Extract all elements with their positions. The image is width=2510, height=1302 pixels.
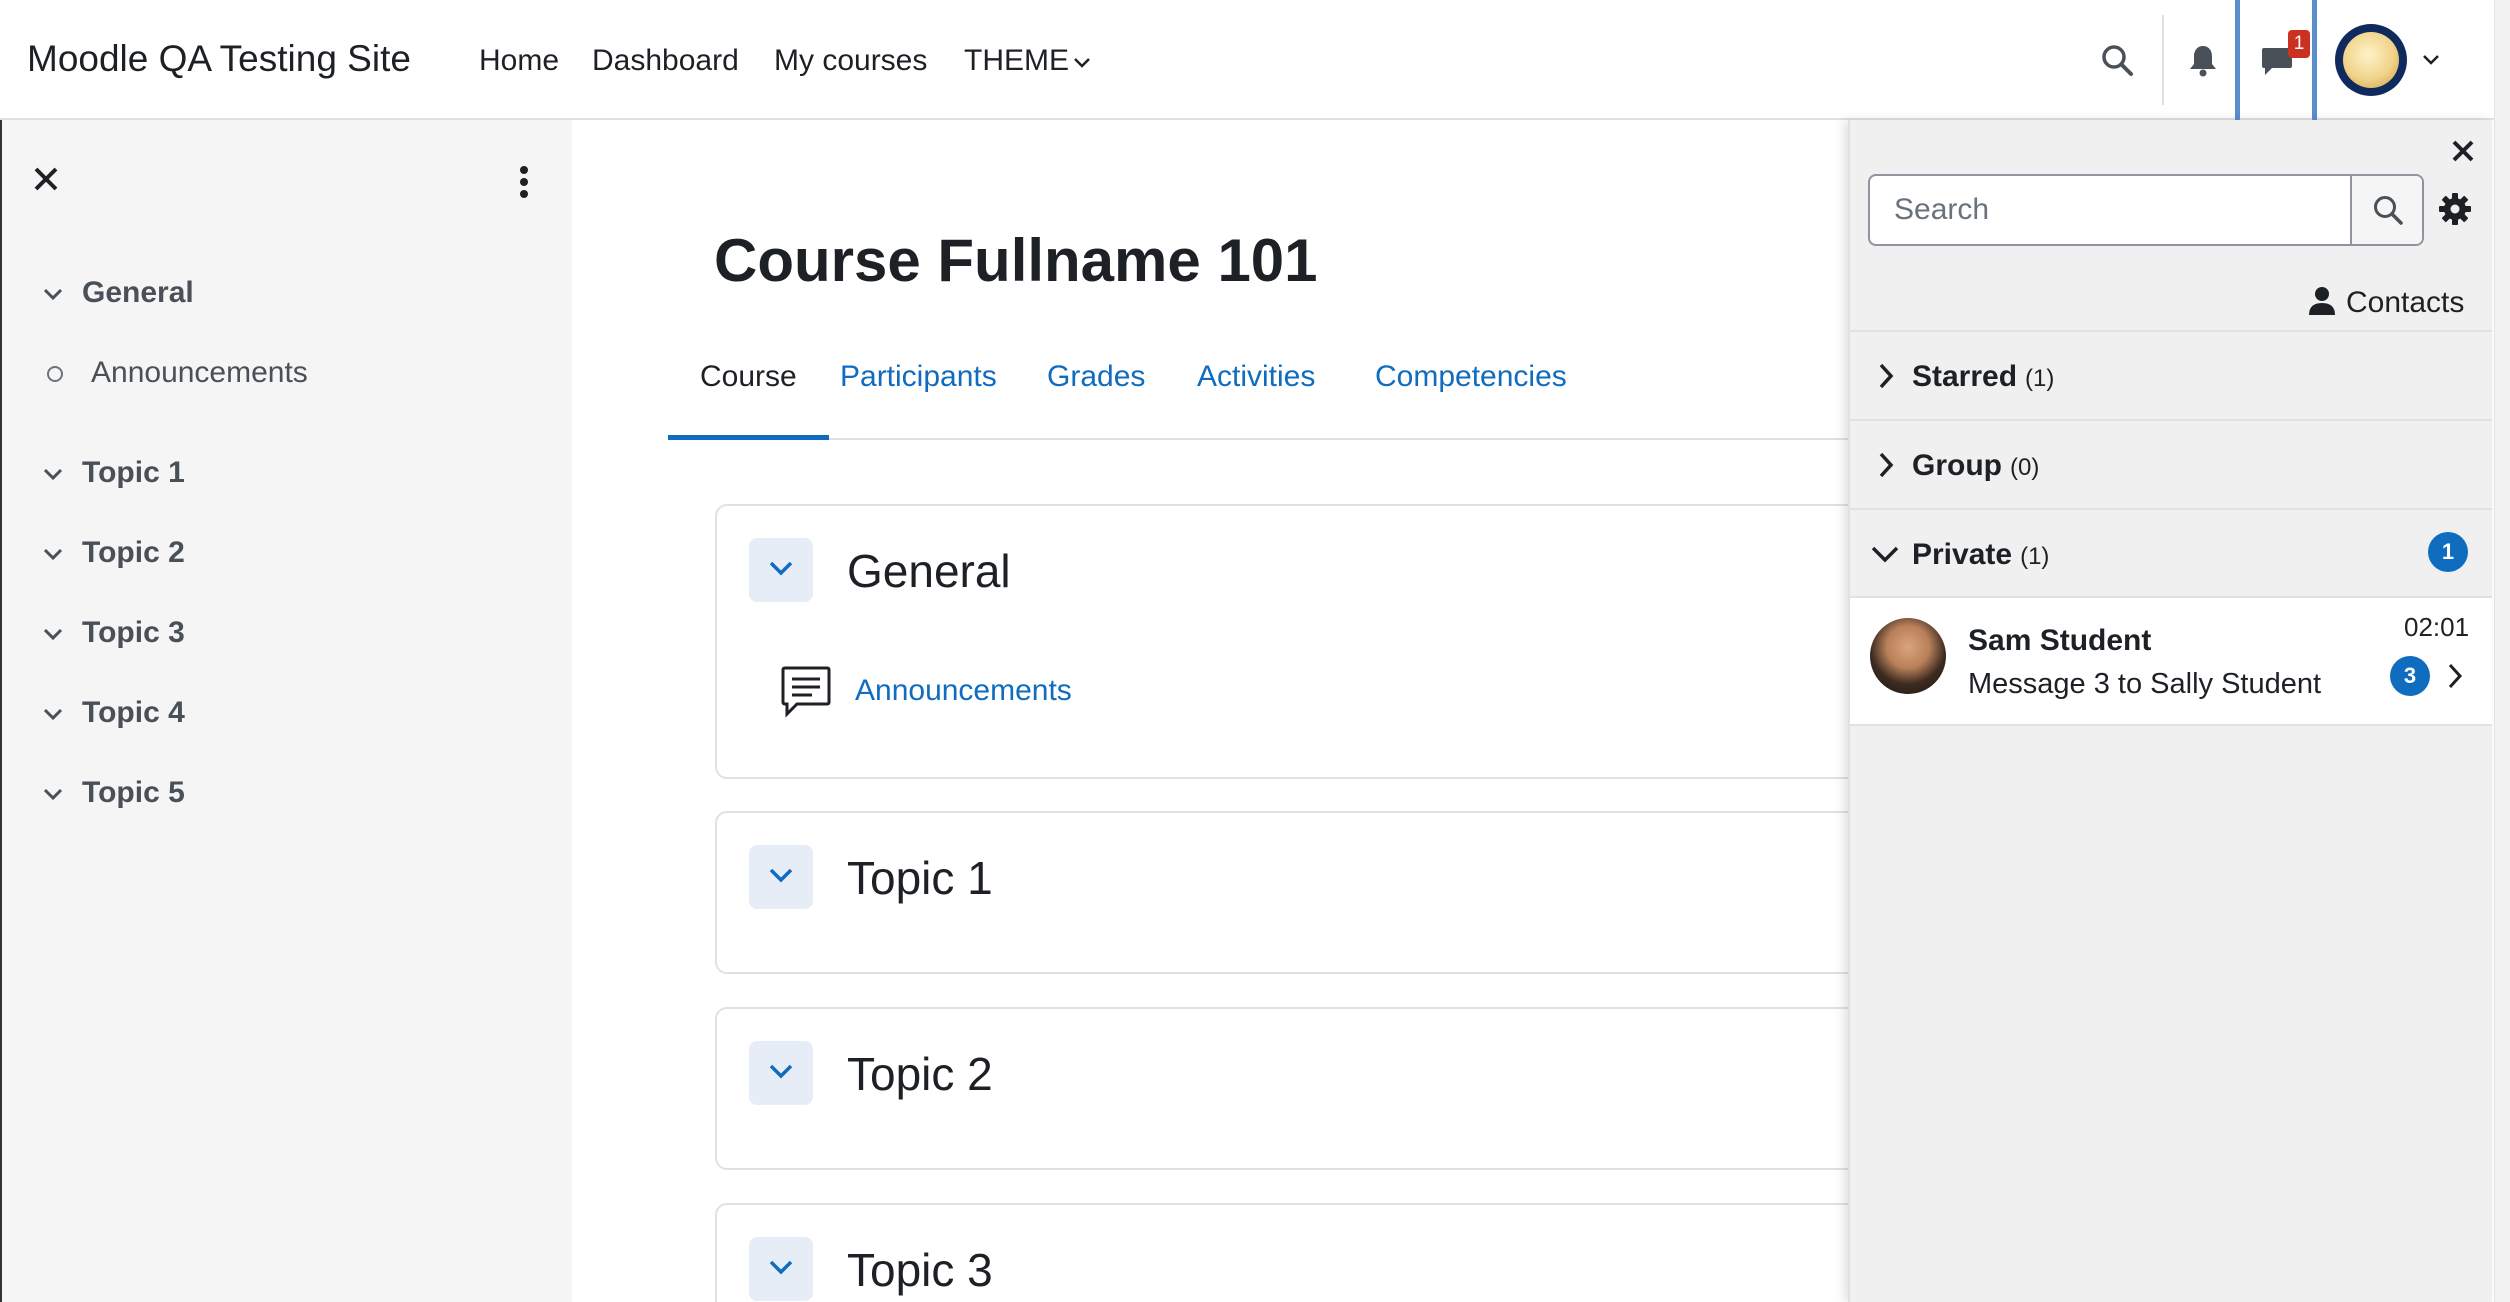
contacts-link[interactable]: Contacts [2308, 286, 2464, 320]
bell-icon[interactable] [2188, 43, 2218, 77]
section-collapse-toggle[interactable] [749, 1041, 813, 1105]
course-section-topic-1: Topic 1 [715, 811, 1915, 974]
course-section-topic-2: Topic 2 [715, 1007, 1915, 1170]
group-label: Group [1912, 449, 2002, 482]
chevron-down-icon [769, 1260, 793, 1275]
tab-competencies[interactable]: Competencies [1343, 360, 1599, 440]
section-collapse-toggle[interactable] [749, 1237, 813, 1301]
tab-participants[interactable]: Participants [808, 360, 1029, 440]
index-section-topic-1[interactable]: Topic 1 [40, 456, 185, 490]
index-activity-label: Announcements [91, 356, 308, 389]
group-count: (0) [2010, 454, 2040, 481]
navbar-divider [2162, 15, 2164, 105]
kebab-menu-icon[interactable] [517, 164, 531, 200]
section-collapse-toggle[interactable] [749, 845, 813, 909]
course-section-topic-3: Topic 3 [715, 1203, 1915, 1302]
conversation-last-message: Message 3 to Sally Student [1968, 668, 2322, 700]
group-count: (1) [2025, 365, 2055, 392]
index-section-topic-3[interactable]: Topic 3 [40, 616, 185, 650]
conversation-time: 02:01 [2404, 612, 2470, 642]
incomplete-circle-icon [47, 366, 63, 383]
course-index-drawer: General Announcements Topic 1 Topic 2 To… [0, 120, 572, 1302]
section-collapse-toggle[interactable] [749, 538, 813, 602]
gear-icon[interactable] [2438, 192, 2472, 226]
chevron-down-icon [1871, 546, 1899, 563]
index-activity-announcements[interactable]: Announcements [47, 356, 308, 390]
tab-course[interactable]: Course [668, 360, 829, 440]
user-avatar[interactable] [2335, 24, 2407, 96]
search-icon [2374, 196, 2403, 225]
chevron-down-icon [769, 868, 793, 883]
chevron-right-icon [1879, 452, 1894, 478]
nav-dashboard[interactable]: Dashboard [592, 44, 739, 78]
activity-link-announcements[interactable]: Announcements [855, 674, 1072, 708]
nav-theme-menu[interactable]: THEME [964, 44, 1091, 78]
nav-home[interactable]: Home [479, 44, 559, 78]
chevron-down-icon [43, 709, 63, 721]
search-icon[interactable] [2100, 43, 2134, 77]
group-label: Starred [1912, 360, 2018, 393]
chevron-down-icon [43, 549, 63, 561]
section-title[interactable]: General [847, 544, 1011, 598]
search-input[interactable] [1870, 176, 2350, 244]
index-section-topic-2[interactable]: Topic 2 [40, 536, 185, 570]
index-section-topic-5[interactable]: Topic 5 [40, 776, 185, 810]
index-section-topic-4[interactable]: Topic 4 [40, 696, 185, 730]
course-section-general: General Announcements [715, 504, 1915, 779]
chevron-right-icon [1879, 363, 1894, 389]
index-section-label: Topic 3 [82, 616, 185, 649]
tab-grades[interactable]: Grades [1015, 360, 1177, 440]
index-section-label: Topic 1 [82, 456, 185, 489]
nav-my-courses[interactable]: My courses [774, 44, 927, 78]
search-button[interactable] [2350, 176, 2422, 244]
index-section-label: Topic 4 [82, 696, 185, 729]
chevron-down-icon [769, 561, 793, 576]
chevron-down-icon [43, 629, 63, 641]
conversation-name: Sam Student [1968, 624, 2152, 657]
unread-count-badge: 3 [2390, 656, 2430, 696]
tab-activities[interactable]: Activities [1165, 360, 1347, 440]
avatar [1870, 618, 1946, 694]
index-section-label: General [82, 276, 194, 309]
contacts-label: Contacts [2346, 286, 2465, 319]
index-section-label: Topic 5 [82, 776, 185, 809]
close-icon[interactable] [32, 165, 60, 193]
group-count: (1) [2020, 543, 2050, 570]
conversation-item[interactable]: Sam Student Message 3 to Sally Student 0… [1850, 596, 2492, 726]
close-icon[interactable] [2450, 138, 2476, 164]
chevron-down-icon [43, 469, 63, 481]
section-title[interactable]: Topic 3 [847, 1243, 993, 1297]
forum-icon [781, 666, 831, 718]
course-tabs: Course Participants Grades Activities Co… [668, 340, 1848, 440]
chevron-right-icon [2448, 663, 2463, 689]
top-navbar: Moodle QA Testing Site Home Dashboard My… [0, 0, 2510, 126]
message-count-badge: 1 [2288, 30, 2310, 58]
index-section-label: Topic 2 [82, 536, 185, 569]
chevron-down-icon [43, 789, 63, 801]
page-title: Course Fullname 101 [714, 227, 1318, 294]
window-scrollbar[interactable] [2494, 0, 2510, 1302]
chevron-down-icon[interactable] [2421, 52, 2441, 68]
group-private[interactable]: Private (1) 1 [1850, 508, 2492, 596]
unread-count-badge: 1 [2428, 532, 2468, 572]
messages-toggle[interactable] [2235, 0, 2317, 126]
group-starred[interactable]: Starred (1) [1850, 330, 2492, 418]
site-name[interactable]: Moodle QA Testing Site [27, 38, 411, 80]
chevron-down-icon [1074, 58, 1090, 68]
chevron-down-icon [43, 289, 63, 301]
section-title[interactable]: Topic 1 [847, 851, 993, 905]
chevron-down-icon [769, 1064, 793, 1079]
person-icon [2309, 287, 2335, 315]
nav-theme-label: THEME [964, 44, 1069, 77]
section-title[interactable]: Topic 2 [847, 1047, 993, 1101]
message-drawer: Contacts Starred (1) Group (0) Private (1) … [1848, 120, 2492, 1302]
group-group[interactable]: Group (0) [1850, 419, 2492, 507]
message-search [1868, 174, 2424, 246]
index-section-general[interactable]: General [40, 276, 194, 310]
group-label: Private [1912, 538, 2013, 571]
